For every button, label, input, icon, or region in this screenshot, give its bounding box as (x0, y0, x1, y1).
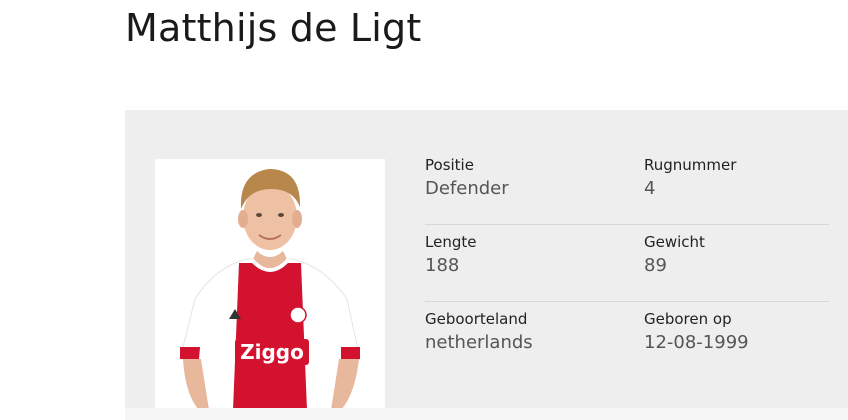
stat-weight: Gewicht 89 (644, 233, 705, 278)
page-title: Matthijs de Ligt (125, 6, 422, 50)
stat-shirt-number: Rugnummer 4 (644, 156, 736, 201)
stat-label: Gewicht (644, 233, 705, 251)
panel-footer-strip (125, 408, 848, 420)
stat-value: Defender (425, 178, 509, 199)
stat-label: Rugnummer (644, 156, 737, 174)
sponsor-text: Ziggo (240, 340, 304, 364)
stat-country-of-birth: Geboorteland netherlands (425, 310, 533, 355)
player-stats: Positie Defender Rugnummer 4 Lengte 188 … (425, 148, 829, 378)
stat-value: 12-08-1999 (644, 332, 749, 353)
player-photo: Ziggo (155, 159, 385, 410)
stats-row: Geboorteland netherlands Geboren op 12-0… (425, 302, 829, 378)
stat-label: Geboren op (644, 310, 732, 328)
stat-height: Lengte 188 (425, 233, 476, 278)
stats-row: Positie Defender Rugnummer 4 (425, 148, 829, 225)
stat-value: 188 (425, 255, 460, 276)
stat-position: Positie Defender (425, 156, 509, 201)
stat-date-of-birth: Geboren op 12-08-1999 (644, 310, 749, 355)
player-profile-panel: Ziggo Positie Defender Rugnummer 4 Lengt… (125, 110, 848, 410)
stat-value: 4 (644, 178, 656, 199)
stat-label: Positie (425, 156, 474, 174)
stat-value: 89 (644, 255, 667, 276)
stat-label: Geboorteland (425, 310, 528, 328)
stat-value: netherlands (425, 332, 533, 353)
player-portrait-image: Ziggo (179, 169, 361, 410)
stat-label: Lengte (425, 233, 477, 251)
stats-row: Lengte 188 Gewicht 89 (425, 225, 829, 302)
